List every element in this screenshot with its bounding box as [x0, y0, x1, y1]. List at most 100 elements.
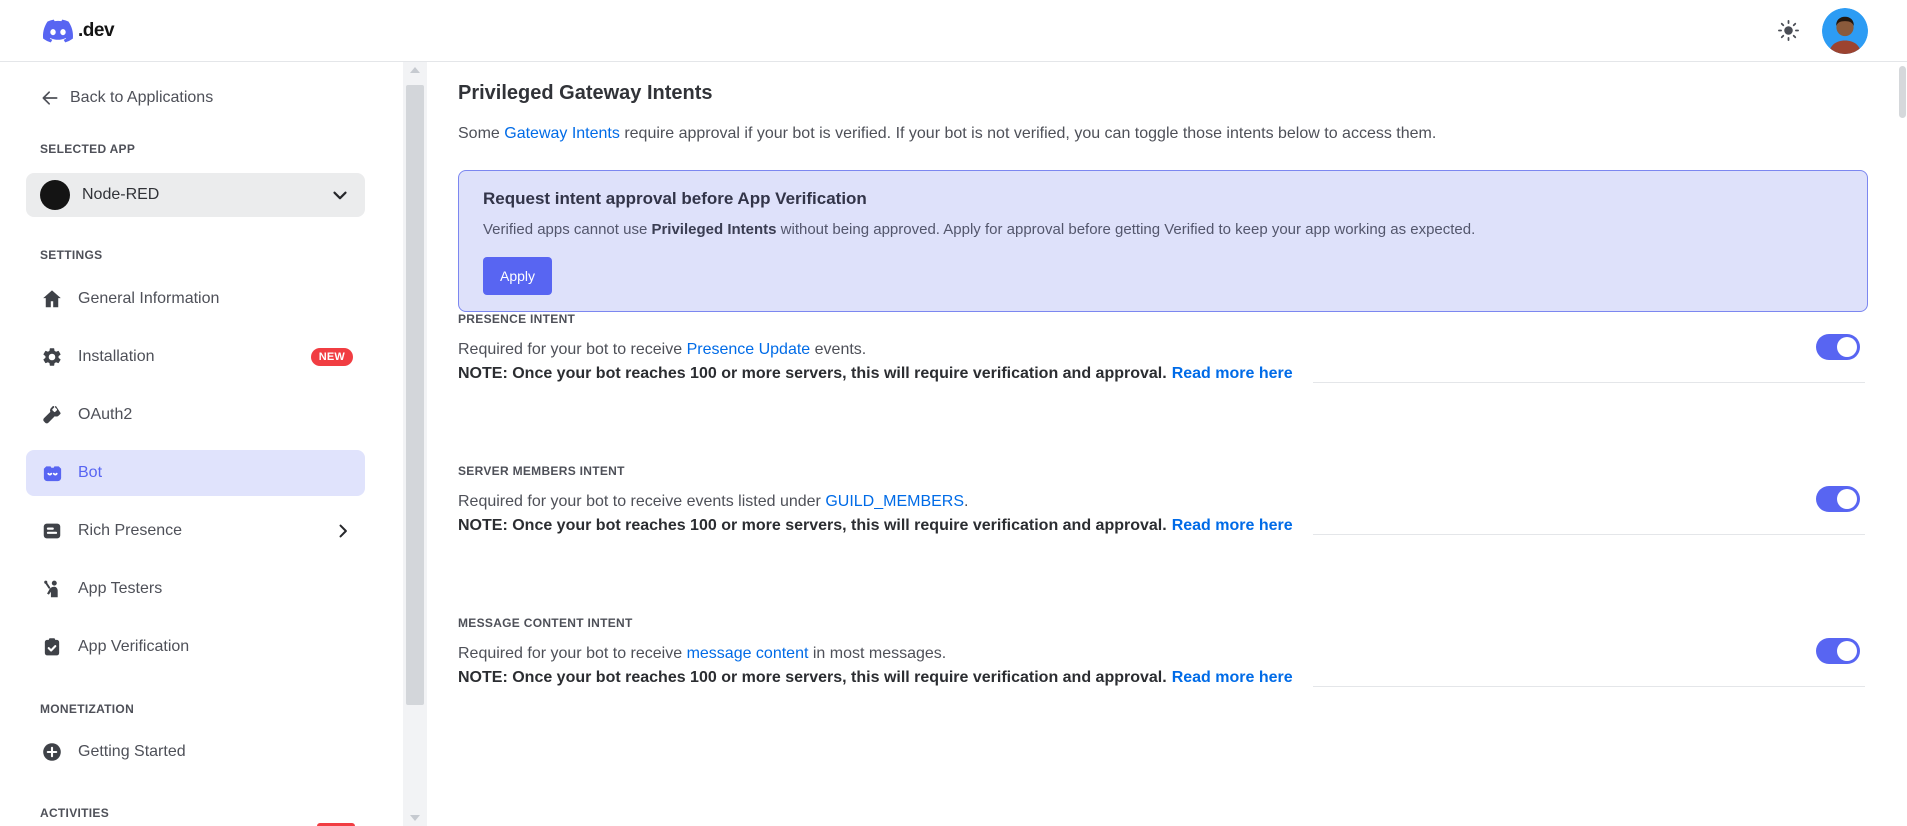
home-icon: [40, 287, 64, 311]
alert-body-pre: Verified apps cannot use: [483, 221, 652, 238]
gear-icon: [40, 345, 64, 369]
intent-label: SERVER MEMBERS INTENT: [458, 464, 625, 478]
back-to-applications-link[interactable]: Back to Applications: [40, 88, 365, 108]
sidebar-item-bot[interactable]: Bot: [26, 450, 365, 496]
server-members-intent-section: SERVER MEMBERS INTENT Required for your …: [458, 464, 1868, 538]
chevron-down-icon: [329, 184, 351, 206]
app-avatar: [40, 180, 70, 210]
intent-note: NOTE: Once your bot reaches 100 or more …: [458, 362, 1293, 386]
monetization-heading: MONETIZATION: [40, 702, 135, 716]
selected-app-heading: SELECTED APP: [40, 142, 136, 156]
back-link-label: Back to Applications: [70, 89, 214, 106]
back-arrow-icon: [40, 88, 60, 108]
activities-heading: ACTIVITIES: [40, 806, 110, 820]
presence-update-link[interactable]: Presence Update: [687, 341, 811, 358]
intent-description: Required for your bot to receive Presenc…: [458, 338, 1868, 362]
brand-suffix: .dev: [78, 19, 115, 41]
sidebar-item-getting-started[interactable]: Getting Started: [26, 729, 365, 775]
sidebar-item-oauth2[interactable]: OAuth2: [26, 392, 365, 438]
intent-note-row: NOTE: Once your bot reaches 100 or more …: [458, 362, 1868, 386]
sidebar-item-label: Bot: [78, 464, 103, 481]
plus-circle-icon: [40, 740, 64, 764]
sidebar-item-app-testers[interactable]: App Testers: [26, 566, 365, 612]
message-content-intent-section: MESSAGE CONTENT INTENT Required for your…: [458, 616, 1868, 690]
sidebar-item-label: OAuth2: [78, 406, 133, 423]
intent-note: NOTE: Once your bot reaches 100 or more …: [458, 666, 1293, 690]
intent-note-row: NOTE: Once your bot reaches 100 or more …: [458, 666, 1868, 690]
app-selector-dropdown[interactable]: Node-RED: [26, 173, 365, 217]
sidebar-item-label: App Verification: [78, 638, 190, 655]
app-shell: Back to Applications SELECTED APP Node-R…: [0, 62, 1907, 826]
monetization-nav: Getting Started: [40, 729, 365, 775]
top-header: .dev: [0, 0, 1907, 62]
guild-members-link[interactable]: GUILD_MEMBERS: [825, 493, 964, 510]
sidebar-item-general-information[interactable]: General Information: [26, 276, 365, 322]
alert-body-post: without being approved. Apply for approv…: [776, 221, 1476, 238]
app-testers-icon: [40, 577, 64, 601]
sidebar-item-label: Installation: [78, 348, 155, 365]
page-title: Privileged Gateway Intents: [458, 82, 713, 104]
sidebar-scrollbar[interactable]: [403, 62, 427, 826]
intro-pre: Some: [458, 125, 505, 142]
toggle-knob: [1837, 641, 1857, 661]
rich-presence-icon: [40, 519, 64, 543]
intent-label: MESSAGE CONTENT INTENT: [458, 616, 633, 630]
desc-pre: Required for your bot to receive: [458, 645, 687, 662]
server-members-intent-toggle[interactable]: [1816, 486, 1860, 512]
bot-icon: [40, 461, 64, 485]
user-avatar[interactable]: [1822, 7, 1868, 54]
read-more-link[interactable]: Read more here: [1172, 365, 1293, 382]
alert-body: Verified apps cannot use Privileged Inte…: [483, 219, 1843, 241]
intent-label: PRESENCE INTENT: [458, 312, 576, 326]
sun-icon: [1776, 18, 1801, 43]
sidebar-item-label: Getting Started: [78, 743, 186, 760]
toggle-knob: [1837, 337, 1857, 357]
sidebar-item-label: General Information: [78, 290, 220, 307]
settings-nav: General Information Installation NEW OAu…: [26, 276, 365, 670]
desc-post: events.: [810, 341, 867, 358]
read-more-link[interactable]: Read more here: [1172, 669, 1293, 686]
app-name: Node-RED: [82, 186, 160, 203]
sidebar-item-label: App Testers: [78, 580, 163, 597]
chevron-right-icon: [333, 521, 353, 541]
sidebar-item-label: Rich Presence: [78, 522, 183, 539]
sidebar-scrollbar-thumb[interactable]: [406, 85, 424, 705]
sidebar-item-rich-presence[interactable]: Rich Presence: [26, 508, 365, 554]
intro-post: require approval if your bot is verified…: [619, 125, 1437, 142]
app-verification-icon: [40, 635, 64, 659]
section-divider: [1312, 382, 1865, 383]
desc-pre: Required for your bot to receive events …: [458, 493, 826, 510]
message-content-intent-toggle[interactable]: [1816, 638, 1860, 664]
theme-toggle-button[interactable]: [1772, 15, 1804, 47]
main-content: Privileged Gateway Intents Some Gateway …: [427, 62, 1907, 826]
desc-pre: Required for your bot to receive: [458, 341, 687, 358]
sidebar: Back to Applications SELECTED APP Node-R…: [0, 62, 403, 826]
intent-note: NOTE: Once your bot reaches 100 or more …: [458, 514, 1293, 538]
alert-body-bold: Privileged Intents: [651, 221, 777, 238]
toggle-knob: [1837, 489, 1857, 509]
intent-approval-alert: Request intent approval before App Verif…: [458, 170, 1868, 312]
note-text: NOTE: Once your bot reaches 100 or more …: [458, 669, 1167, 686]
presence-intent-section: PRESENCE INTENT Required for your bot to…: [458, 312, 1868, 386]
section-divider: [1312, 534, 1865, 535]
wrench-icon: [40, 403, 64, 427]
note-text: NOTE: Once your bot reaches 100 or more …: [458, 365, 1167, 382]
sidebar-item-app-verification[interactable]: App Verification: [26, 624, 365, 670]
discord-logo-icon: [40, 16, 76, 46]
main-scrollbar-thumb[interactable]: [1899, 66, 1906, 118]
message-content-link[interactable]: message content: [687, 645, 809, 662]
sidebar-item-installation[interactable]: Installation NEW: [26, 334, 365, 380]
read-more-link[interactable]: Read more here: [1172, 517, 1293, 534]
desc-post: in most messages.: [808, 645, 947, 662]
presence-intent-toggle[interactable]: [1816, 334, 1860, 360]
intent-description: Required for your bot to receive message…: [458, 642, 1868, 666]
scroll-up-arrow-icon[interactable]: [410, 67, 420, 73]
note-text: NOTE: Once your bot reaches 100 or more …: [458, 517, 1167, 534]
gateway-intents-link[interactable]: Gateway Intents: [504, 125, 620, 142]
desc-post: .: [964, 493, 969, 510]
alert-title: Request intent approval before App Verif…: [483, 189, 867, 208]
scroll-down-arrow-icon[interactable]: [410, 815, 420, 821]
section-divider: [1312, 686, 1865, 687]
apply-button[interactable]: Apply: [483, 257, 553, 295]
brand[interactable]: .dev: [40, 16, 115, 46]
